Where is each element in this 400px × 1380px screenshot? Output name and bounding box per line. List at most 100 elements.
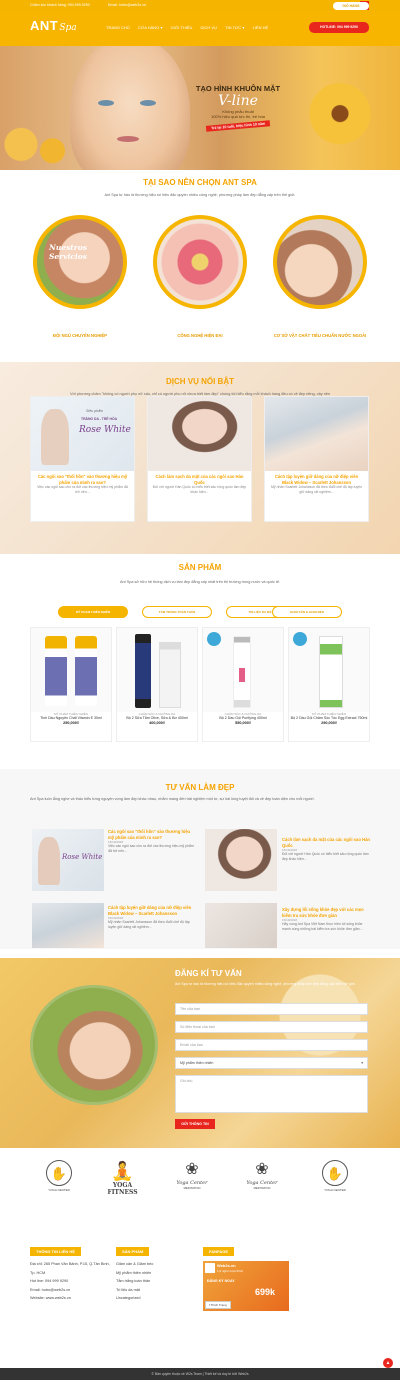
advice-post-2-title[interactable]: Cách làm sạch da mặt của các ngôi sao Hà… bbox=[282, 837, 370, 848]
footer-link-body-whitening[interactable]: Tắm trắng toàn thân bbox=[116, 1277, 196, 1286]
phone-field[interactable]: Số điện thoại của bạn bbox=[175, 1021, 368, 1033]
topbar-email: Email: hotro@web2s.vn bbox=[108, 3, 147, 7]
fanpage-widget[interactable]: Web2s.vn 1,5 nghìn lượt thích ĐĂNG KÝ NG… bbox=[203, 1261, 289, 1311]
fanpage-like-button[interactable]: f Thích Trang bbox=[205, 1301, 231, 1309]
footer-products: SẢN PHẨM Giảm cân & Giảm béo Mỹ phẩm thi… bbox=[116, 1247, 196, 1303]
why-title: TẠI SAO NÊN CHỌN ANT SPA bbox=[143, 178, 257, 187]
register-desc: Ant Spa tự hào là thương hiệu số hiệu đặ… bbox=[175, 982, 356, 986]
advice-post-2-text: Đối với người Hàn Quốc có hiểu biết sâu … bbox=[282, 852, 369, 861]
back-to-top-icon[interactable]: ▲ bbox=[383, 1358, 393, 1368]
hand-icon: ✋ bbox=[322, 1160, 348, 1186]
advice-post-3-image[interactable] bbox=[32, 903, 104, 948]
footer-link-uncategorized[interactable]: Uncategorized bbox=[116, 1294, 196, 1303]
logo-text: ANT bbox=[30, 18, 59, 33]
product-bottle bbox=[75, 636, 97, 706]
footer-fanpage-title: FANPAGE bbox=[203, 1247, 235, 1256]
advice-post-2-image[interactable] bbox=[205, 829, 277, 891]
tab-body-whitening[interactable]: TẮM TRẮNG TOÀN THÂN bbox=[142, 606, 212, 618]
footer-contact-title: THÔNG TIN LIÊN HỆ bbox=[30, 1247, 81, 1256]
submit-button[interactable]: GỬI THÔNG TIN bbox=[175, 1119, 215, 1129]
service-card-1[interactable]: Siêu phẩm TRẮNG DA - TRẺ HÓA Rose White … bbox=[30, 396, 135, 522]
service-select[interactable]: Mỹ phẩm thiên nhiên ▾ bbox=[175, 1057, 368, 1069]
lotus-icon: ❀ bbox=[255, 1161, 269, 1178]
advice-post-1-image[interactable]: Rose White bbox=[32, 829, 104, 891]
footer-link-facial-therapy[interactable]: Trị liệu da mặt bbox=[116, 1286, 196, 1295]
footer-products-title: SẢN PHẨM bbox=[116, 1247, 150, 1256]
name-field[interactable]: Tên của bạn bbox=[175, 1003, 368, 1015]
hero-title: TẠO HÌNH KHUÔN MẶT bbox=[195, 84, 281, 93]
service-img-line1: Siêu phẩm bbox=[86, 409, 104, 413]
nav-shop[interactable]: CỬA HÀNG ▾ bbox=[138, 25, 163, 30]
service-card-2-title[interactable]: Cách làm sạch da mặt của các ngôi sao Hà… bbox=[152, 474, 247, 485]
fanpage-likes: 1,5 nghìn lượt thích bbox=[217, 1269, 244, 1273]
nav-about[interactable]: GIỚI THIỆU bbox=[171, 25, 193, 30]
footer-fanpage: FANPAGE Web2s.vn 1,5 nghìn lượt thích ĐĂ… bbox=[203, 1247, 291, 1311]
advice-post-4-title[interactable]: Xây dựng lối sống khỏe đẹp với các mẹo k… bbox=[282, 907, 370, 918]
fanpage-like-label: Thích Trang bbox=[210, 1303, 227, 1307]
product-card-4[interactable]: MỸ PHẨM THIÊN NHIÊN Bộ 2 Dầu Gội Chăm Só… bbox=[288, 627, 370, 742]
yoga-pose-icon: 🧘 bbox=[111, 1161, 134, 1181]
footer-contact: THÔNG TIN LIÊN HỆ Địa chỉ: 265 Phan Văn … bbox=[30, 1247, 110, 1303]
why-desc: Ant Spa tự hào là thương hiệu số hiệu đặ… bbox=[104, 193, 296, 197]
note-field[interactable]: Ghi chú bbox=[175, 1075, 368, 1113]
partner-logo-5[interactable]: ✋ YOGA CENTER bbox=[314, 1160, 356, 1192]
service-card-3[interactable]: Cách tập luyện giữ dáng của nữ điệp viên… bbox=[264, 396, 369, 522]
products-title: SẢN PHẨM bbox=[178, 563, 222, 572]
advice-img-script: Rose White bbox=[62, 853, 103, 861]
advice-model-figure bbox=[38, 837, 60, 885]
site-header: ANT Spa TRANG CHỦ CỬA HÀNG ▾ GIỚI THIỆU … bbox=[0, 2, 400, 46]
hero-line-2: 100% hiệu quả tức thì, trẻ hóa bbox=[211, 114, 265, 119]
service-card-1-text: Việc các ngôi sao cho ra đời các thương … bbox=[37, 485, 128, 494]
hero-flowers-right bbox=[300, 76, 400, 170]
tab-weight-loss[interactable]: GIẢM CÂN & GIẢM BÉO bbox=[272, 606, 342, 618]
footer-link-weight-loss[interactable]: Giảm cân & Giảm béo bbox=[116, 1260, 196, 1269]
email-field[interactable]: Email của bạn bbox=[175, 1039, 368, 1051]
logo-script: Spa bbox=[59, 23, 77, 33]
service-card-1-image: Siêu phẩm TRẮNG DA - TRẺ HÓA Rose White bbox=[31, 397, 134, 471]
product-card-2[interactable]: CHĂM SÓC & DƯỠNG DA Bộ 2 Sữa Tắm Olive, … bbox=[116, 627, 198, 742]
cart-button[interactable]: GIỎ HÀNG bbox=[333, 2, 369, 10]
service-card-2-text: Đối với người Hàn Quốc có hiểu biết sâu … bbox=[152, 485, 247, 494]
hotline-button[interactable]: HOTLINE: 094 999 9290 bbox=[309, 22, 369, 33]
services-title: DỊCH VỤ NỔI BẬT bbox=[166, 377, 234, 386]
service-card-2[interactable]: Cách làm sạch da mặt của các ngôi sao Hà… bbox=[147, 396, 252, 522]
chevron-down-icon: ▾ bbox=[361, 1061, 363, 1065]
service-card-3-title[interactable]: Cách tập luyện giữ dáng của nữ điệp viên… bbox=[269, 474, 364, 485]
why-image-facility bbox=[273, 215, 367, 309]
product-badge-icon bbox=[293, 632, 307, 646]
why-section: TẠI SAO NÊN CHỌN ANT SPA Ant Spa tự hào … bbox=[0, 178, 400, 198]
advice-post-4-image[interactable] bbox=[205, 903, 277, 948]
advice-post-3: Cách tập luyện giữ dáng của nữ điệp viên… bbox=[108, 905, 196, 930]
partner-logo-2[interactable]: 🧘 YOGA FITNESS bbox=[100, 1160, 145, 1196]
hero-banner: TẠO HÌNH KHUÔN MẶT V-line Không phẫu thu… bbox=[0, 46, 400, 170]
hero-flowers-left bbox=[0, 106, 70, 170]
why-caption-facility: CƠ SỞ VẬT CHẤT TIÊU CHUẨN NƯỚC NGOÀI bbox=[273, 333, 367, 338]
product-label bbox=[239, 668, 245, 682]
fanpage-name: Web2s.vn bbox=[217, 1263, 236, 1268]
service-card-1-title[interactable]: Các ngôi sao "thổi hồn" vào thương hiệu … bbox=[35, 474, 130, 485]
footer-link-natural-cosmetics[interactable]: Mỹ phẩm thiên nhiên bbox=[116, 1269, 196, 1278]
products-desc: Ant Spa sở hữu hệ thống dịch vụ làm đẹp … bbox=[119, 580, 281, 584]
nav-news[interactable]: TIN TỨC ▾ bbox=[225, 25, 244, 30]
advice-post-3-title[interactable]: Cách tập luyện giữ dáng của nữ điệp viên… bbox=[108, 905, 196, 916]
partner-logo-4[interactable]: ❀ Yoga Center MEDITATION bbox=[238, 1160, 286, 1190]
product-card-3[interactable]: CHĂM SÓC & DƯỠNG DA Bộ 2 Dầu Gội Purifyi… bbox=[202, 627, 284, 742]
site-logo[interactable]: ANT Spa bbox=[30, 18, 86, 40]
register-title: ĐĂNG KÍ TƯ VẤN bbox=[175, 969, 242, 978]
product-bottle bbox=[45, 636, 67, 706]
tab-natural-cosmetics[interactable]: MỸ PHẨM THIÊN NHIÊN bbox=[58, 606, 128, 618]
nav-home[interactable]: TRANG CHỦ bbox=[106, 25, 130, 30]
nav-contact[interactable]: LIÊN HỆ bbox=[253, 25, 269, 30]
partner-logo-3[interactable]: ❀ Yoga Center MEDITATION bbox=[168, 1160, 216, 1190]
advice-post-1-title[interactable]: Các ngôi sao "thổi hồn" vào thương hiệu … bbox=[108, 829, 196, 840]
product-card-1[interactable]: MỸ PHẨM THIÊN NHIÊN Tinh Dầu Nguyên Chất… bbox=[30, 627, 112, 742]
topbar-hotline: Chăm sóc khách hàng: 094.999.9290 bbox=[30, 3, 90, 7]
fanpage-promo: 699k bbox=[255, 1287, 276, 1297]
advice-post-4: Xây dựng lối sống khỏe đẹp với các mẹo k… bbox=[282, 907, 370, 932]
register-massage-image bbox=[30, 985, 158, 1105]
hero-badge: Trẻ lại 10 tuổi, hiệu hình 10 năm bbox=[205, 120, 271, 132]
partner-logo-1[interactable]: ✋ YOGA CENTER bbox=[38, 1160, 80, 1192]
nav-services[interactable]: DỊCH VỤ bbox=[201, 25, 217, 30]
why-image-technology bbox=[153, 215, 247, 309]
why-caption-technology: CÔNG NGHỆ HIỆN ĐẠI bbox=[177, 333, 223, 338]
